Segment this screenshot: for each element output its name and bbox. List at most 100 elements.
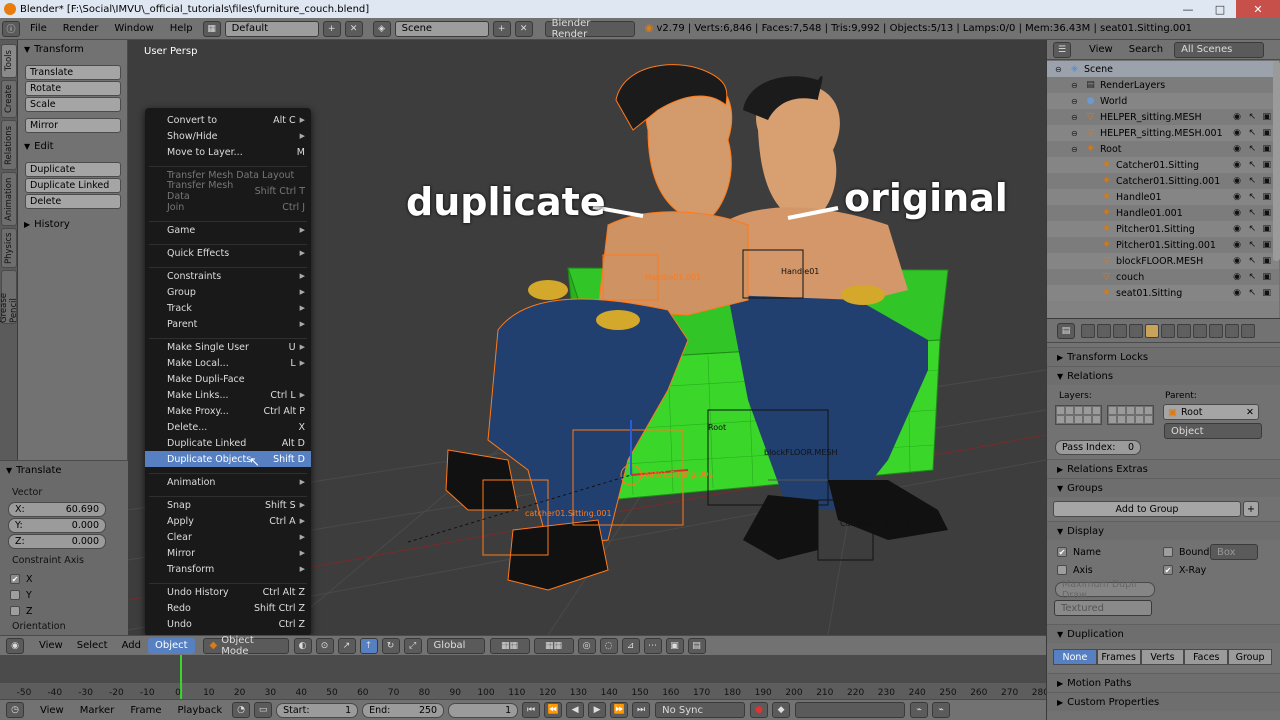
render-camera-icon[interactable]: ▣: [1262, 176, 1271, 186]
menu-item-mirror[interactable]: Mirror ▶: [145, 545, 311, 561]
menu-item-make-dupli-face[interactable]: Make Dupli-Face: [145, 371, 311, 387]
groups-header[interactable]: ▼ Groups: [1047, 478, 1280, 497]
display-header[interactable]: ▼ Display: [1047, 521, 1280, 540]
select-arrow-icon[interactable]: ↖: [1248, 288, 1256, 298]
eye-icon[interactable]: ◉: [1233, 160, 1241, 170]
vector-z-field[interactable]: Z: 0.000: [8, 534, 106, 549]
constraint-y-checkbox[interactable]: Y: [0, 587, 128, 603]
pivot-icon[interactable]: ⊙: [315, 637, 334, 654]
start-frame-field[interactable]: Start: 1: [276, 702, 359, 718]
translate-panel-header[interactable]: ▼ Translate: [0, 461, 128, 479]
eye-icon[interactable]: ◉: [1233, 240, 1241, 250]
scene-field[interactable]: Scene: [394, 20, 489, 37]
custom-properties-header[interactable]: ▶ Custom Properties: [1047, 692, 1280, 711]
outliner-row[interactable]: ✶ Pitcher01.Sitting ◉ ↖ ▣: [1047, 221, 1279, 237]
expand-toggle-icon[interactable]: ⊖: [1071, 145, 1081, 154]
manipulator-icon[interactable]: ↗: [337, 637, 356, 654]
menu-item-move-to-layer[interactable]: Move to Layer... M: [145, 144, 311, 160]
select-arrow-icon[interactable]: ↖: [1248, 208, 1256, 218]
menu-timeline-view[interactable]: View: [32, 701, 72, 719]
minimize-button[interactable]: —: [1172, 0, 1204, 18]
outliner-row[interactable]: ✶ Handle01.001 ◉ ↖ ▣: [1047, 205, 1279, 221]
outliner-row[interactable]: ⊖ ▽ HELPER_sitting.MESH ◉ ↖ ▣: [1047, 109, 1279, 125]
transform-panel-header[interactable]: ▼ Transform: [18, 40, 127, 58]
shading-icon[interactable]: ◐: [293, 637, 312, 654]
menu-item-constraints[interactable]: Constraints ▶: [145, 268, 311, 284]
keying-set-icon[interactable]: ◆: [772, 702, 791, 718]
expand-toggle-icon[interactable]: ⊖: [1071, 113, 1081, 122]
scale-button[interactable]: Scale: [25, 97, 121, 112]
add-screen-icon[interactable]: +: [322, 20, 341, 37]
constraint-x-checkbox[interactable]: ✔ X: [0, 571, 128, 587]
layers-grid-icon-2[interactable]: ▦▦: [533, 637, 574, 654]
expand-toggle-icon[interactable]: ⊖: [1071, 129, 1081, 138]
render-camera-icon[interactable]: ▣: [1262, 192, 1271, 202]
mirror-button[interactable]: Mirror: [25, 118, 121, 133]
tab-grease-pencil[interactable]: Grease Pencil: [0, 270, 19, 324]
delete-key-icon[interactable]: ⌁: [932, 702, 951, 718]
outliner-row[interactable]: ▽ blockFLOOR.MESH ◉ ↖ ▣: [1047, 253, 1279, 269]
outliner-scrollbar[interactable]: [1273, 61, 1280, 261]
outliner-filter-dropdown[interactable]: All Scenes: [1174, 41, 1265, 58]
max-dupli-field[interactable]: Maximum Dupli Draw...: [1055, 579, 1155, 601]
outliner-row[interactable]: ⊖ ● World: [1047, 93, 1279, 109]
duplication-header[interactable]: ▼ Duplication: [1047, 624, 1280, 643]
edit-panel-header[interactable]: ▼ Edit: [18, 137, 127, 155]
tab-physics[interactable]: Physics: [1, 228, 17, 268]
insert-key-icon[interactable]: ⌁: [910, 702, 929, 718]
menu-file[interactable]: File: [22, 20, 55, 38]
menu-view[interactable]: View: [32, 637, 70, 655]
menu-item-group[interactable]: Group ▶: [145, 284, 311, 300]
parent-type-dropdown[interactable]: Object: [1164, 423, 1262, 439]
menu-item-animation[interactable]: Animation ▶: [145, 474, 311, 490]
dup-faces-button[interactable]: Faces: [1184, 649, 1229, 665]
modifiers-tab-icon[interactable]: [1177, 323, 1191, 338]
axis-checkbox[interactable]: Axis: [1047, 562, 1093, 578]
menu-item-undo-history[interactable]: Undo History Ctrl Alt Z: [145, 584, 311, 600]
rotate-manip-icon[interactable]: ↻: [381, 637, 400, 654]
render-layers-tab-icon[interactable]: [1097, 323, 1111, 338]
render-camera-icon[interactable]: ▣: [1262, 272, 1271, 282]
particles-tab-icon[interactable]: [1241, 323, 1255, 338]
render-camera-icon[interactable]: ▣: [1262, 128, 1271, 138]
menu-item-show-hide[interactable]: Show/Hide ▶: [145, 128, 311, 144]
vector-y-field[interactable]: Y: 0.000: [8, 518, 106, 533]
menu-marker[interactable]: Marker: [72, 701, 123, 719]
menu-item-snap[interactable]: Snap Shift S ▶: [145, 497, 311, 513]
menu-item-duplicate-objects[interactable]: Duplicate Objects Shift D ↖: [145, 451, 311, 470]
translate-button[interactable]: Translate: [25, 65, 121, 80]
lock-layer-icon[interactable]: ◎: [577, 637, 596, 654]
render-camera-icon[interactable]: ▣: [1262, 144, 1271, 154]
render-anim-icon[interactable]: ▤: [687, 637, 706, 654]
expand-toggle-icon[interactable]: ⊖: [1071, 97, 1081, 106]
render-tab-icon[interactable]: [1081, 323, 1095, 338]
orientation-dropdown[interactable]: Global: [426, 637, 485, 654]
snap-element-icon[interactable]: ⋯: [643, 637, 662, 654]
outliner-row[interactable]: ✶ Catcher01.Sitting ◉ ↖ ▣: [1047, 157, 1279, 173]
prev-key-icon[interactable]: ⏪: [544, 702, 563, 718]
eye-icon[interactable]: ◉: [1233, 192, 1241, 202]
world-tab-icon[interactable]: [1129, 323, 1143, 338]
tab-create[interactable]: Create: [1, 80, 17, 118]
clear-parent-icon[interactable]: ✕: [1246, 407, 1254, 418]
duplicate-linked-button[interactable]: Duplicate Linked: [25, 178, 121, 193]
eye-icon[interactable]: ◉: [1233, 272, 1241, 282]
texture-tab-icon[interactable]: [1225, 323, 1239, 338]
record-icon[interactable]: ●: [750, 702, 769, 718]
render-camera-icon[interactable]: ▣: [1262, 288, 1271, 298]
menu-item-clear[interactable]: Clear ▶: [145, 529, 311, 545]
select-arrow-icon[interactable]: ↖: [1248, 256, 1256, 266]
mode-dropdown[interactable]: ◆ Object Mode: [202, 635, 289, 657]
outliner-row[interactable]: ✶ Catcher01.Sitting.001 ◉ ↖ ▣: [1047, 173, 1279, 189]
select-arrow-icon[interactable]: ↖: [1248, 144, 1256, 154]
menu-item-redo[interactable]: Redo Shift Ctrl Z: [145, 600, 311, 616]
select-arrow-icon[interactable]: ↖: [1248, 112, 1256, 122]
menu-item-quick-effects[interactable]: Quick Effects ▶: [145, 245, 311, 261]
eye-icon[interactable]: ◉: [1233, 208, 1241, 218]
current-frame-field[interactable]: 1: [448, 702, 519, 718]
outliner-row[interactable]: ✶ Pitcher01.Sitting.001 ◉ ↖ ▣: [1047, 237, 1279, 253]
expand-toggle-icon[interactable]: ⊖: [1071, 81, 1081, 90]
motion-paths-header[interactable]: ▶ Motion Paths: [1047, 673, 1280, 692]
menu-item-convert-to[interactable]: Convert to Alt C ▶: [145, 112, 311, 128]
parent-field[interactable]: ▣ Root ✕: [1163, 404, 1259, 420]
